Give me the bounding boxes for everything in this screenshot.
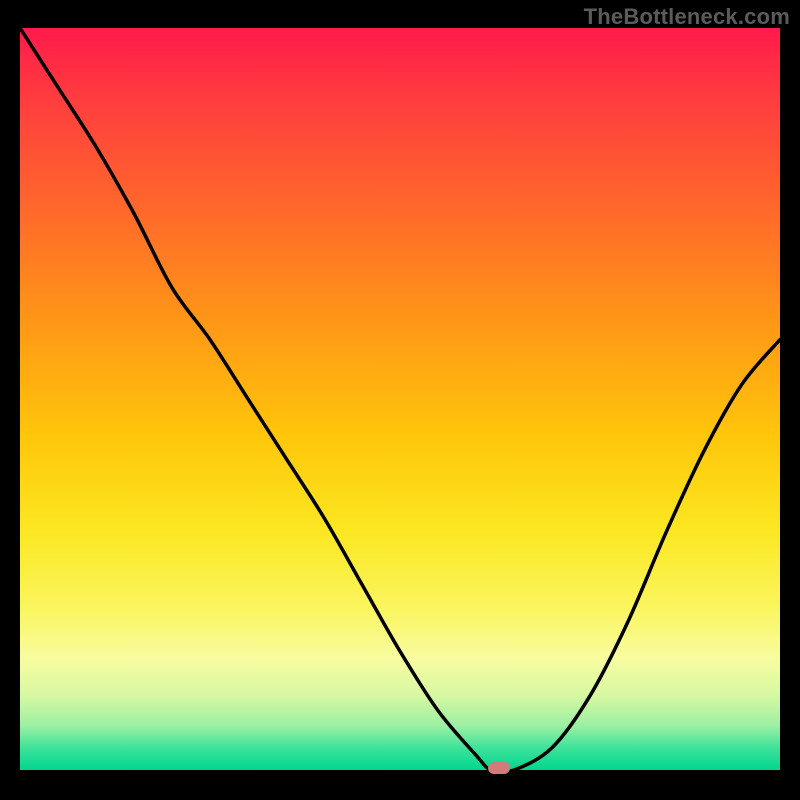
optimal-marker (488, 762, 510, 774)
bottleneck-curve (20, 28, 780, 770)
chart-frame: TheBottleneck.com (0, 0, 800, 800)
watermark-text: TheBottleneck.com (584, 4, 790, 30)
plot-area (20, 28, 780, 770)
